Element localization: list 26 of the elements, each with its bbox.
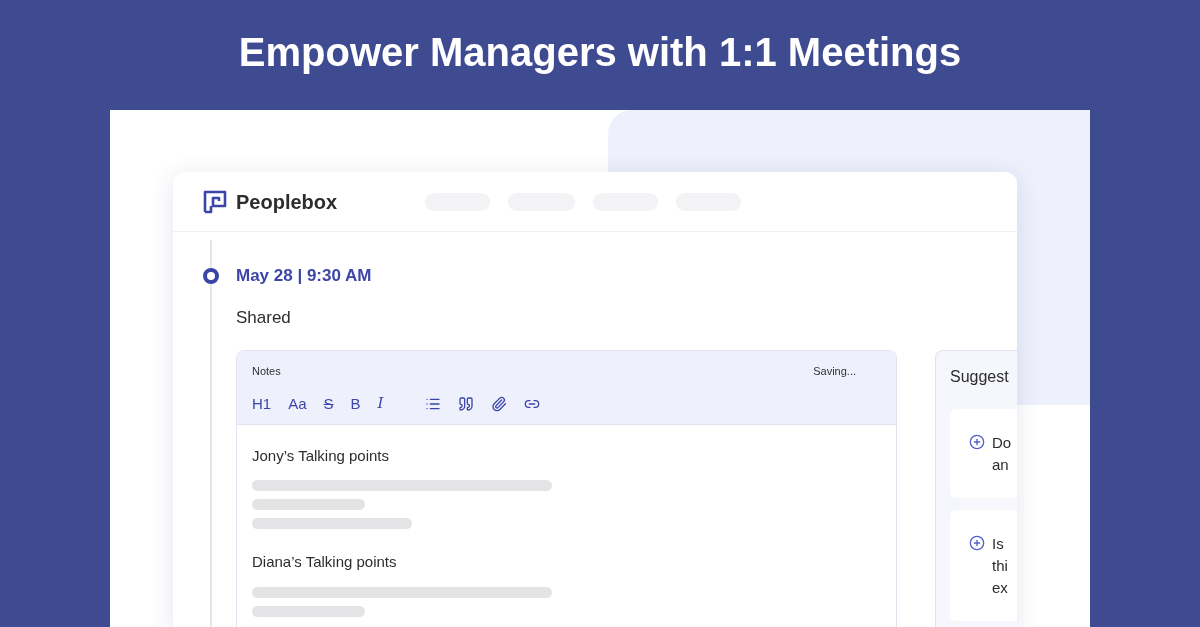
suggestion-text: Do	[992, 433, 1012, 453]
headline: Empower Managers with 1:1 Meetings	[238, 29, 962, 76]
suggestion-card[interactable]: Is thi ex	[950, 510, 1017, 621]
section-title: Jony’s Talking points	[252, 445, 391, 466]
suggestion-text: thi	[992, 556, 1008, 576]
logo-icon	[202, 188, 228, 215]
suggestion-text: ex	[992, 578, 1008, 598]
add-icon[interactable]	[969, 434, 985, 450]
section-title: Diana’s Talking points	[252, 552, 398, 572]
suggestion-text: Is	[992, 534, 1005, 554]
bold-button[interactable]: B	[350, 396, 361, 411]
meeting-date: May 28 | 9:30 AM	[236, 265, 372, 287]
brand-name: Peoplebox	[236, 189, 338, 215]
suggestion-text: an	[992, 455, 1010, 475]
notes-label: Notes	[252, 364, 281, 379]
heading-button[interactable]: H1	[252, 396, 272, 411]
italic-button[interactable]: I	[377, 396, 384, 411]
strikethrough-button[interactable]: S	[323, 396, 334, 411]
suggestions-title: Suggest	[950, 367, 1010, 387]
quote-icon[interactable]	[457, 395, 474, 412]
status-text: Shared	[236, 306, 292, 329]
add-icon[interactable]	[969, 535, 985, 551]
paperclip-icon[interactable]	[490, 395, 507, 412]
save-status: Saving...	[813, 364, 856, 379]
font-size-button[interactable]: Aa	[288, 396, 307, 411]
suggestion-card[interactable]: Do an	[950, 409, 1017, 498]
